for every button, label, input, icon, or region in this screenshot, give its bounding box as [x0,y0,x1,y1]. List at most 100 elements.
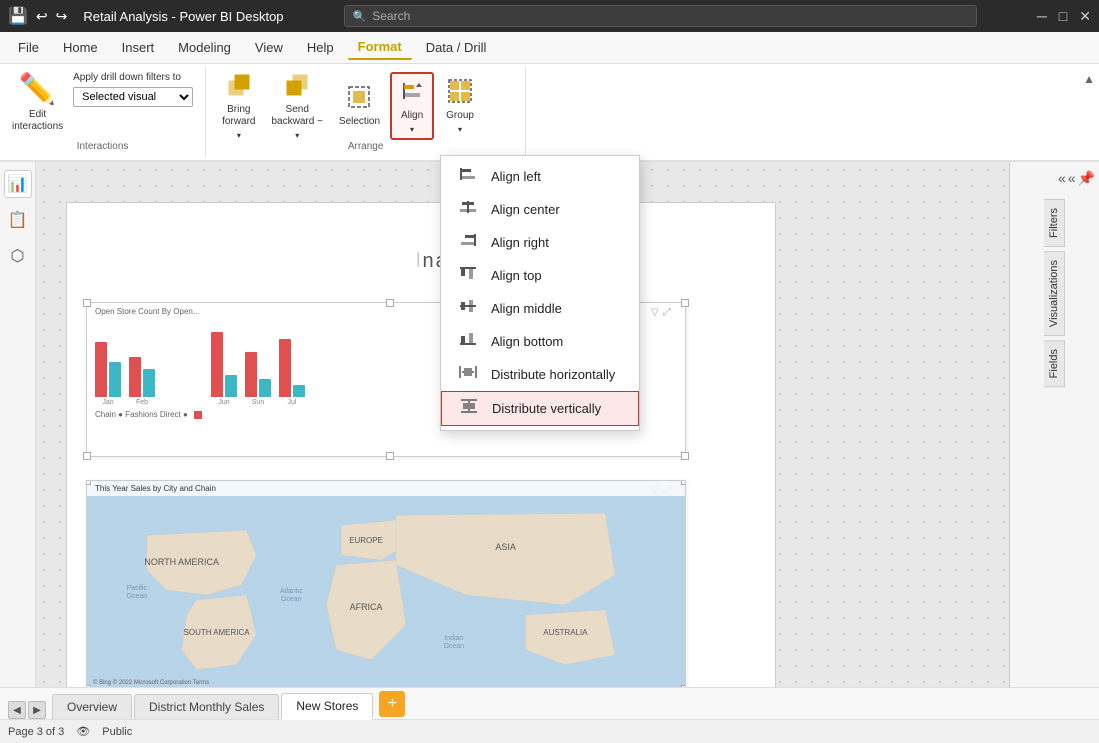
menu-modeling[interactable]: Modeling [168,36,241,59]
panel-pin-icon[interactable]: 📌 [1078,170,1095,187]
panel-collapse-all-icon[interactable]: « [1058,170,1066,187]
interactions-section-label: Interactions [77,141,129,152]
align-caret: ▾ [410,125,414,134]
bring-forward-label: Bringforward [222,104,255,128]
undo-icon[interactable]: ↩ [36,8,48,25]
distribute-horizontally-item[interactable]: Distribute horizontally [441,358,639,391]
menu-format[interactable]: Format [348,35,412,60]
apply-drill-select[interactable]: Selected visual [73,87,193,107]
ribbon-collapse-icon[interactable]: ▲ [1083,72,1095,86]
maximize-button[interactable]: □ [1059,8,1067,25]
ribbon-arrange-section: Bringforward ▾ Sendbackward ~ ▾ [206,68,526,156]
align-top-label: Align top [491,268,542,283]
menu-bar: File Home Insert Modeling View Help Form… [0,32,1099,64]
chart-widget-controls: ▽ ⤢ [651,307,671,318]
distribute-vertically-label: Distribute vertically [492,401,601,416]
svg-text:AFRICA: AFRICA [350,602,383,612]
align-right-icon [457,233,479,252]
add-page-button[interactable]: + [379,691,405,717]
title-bar: 💾 ↩ ↪ Retail Analysis - Power BI Desktop… [0,0,1099,32]
svg-text:SOUTH AMERICA: SOUTH AMERICA [184,628,251,637]
group-label: Group [446,110,474,122]
visibility-icon: 👁 [76,725,90,738]
bring-forward-caret: ▾ [237,131,241,140]
sidebar-table-icon[interactable]: 📋 [4,206,32,234]
group-button[interactable]: Group ▾ [438,72,482,140]
page-next-button[interactable]: ▶ [28,701,46,719]
svg-text:Atlantic: Atlantic [280,588,303,595]
menu-file[interactable]: File [8,36,49,59]
align-button[interactable]: Align ▾ [390,72,434,140]
svg-text:Ocean: Ocean [281,596,302,603]
save-icon[interactable]: 💾 [8,6,28,26]
edit-interactions-button[interactable]: ✏️ Editinteractions [12,72,63,133]
selection-button[interactable]: Selection [333,72,386,140]
group-icon [448,79,472,107]
send-backward-button[interactable]: Sendbackward ~ ▾ [266,72,329,140]
align-label: Align [401,110,423,122]
panel-collapse-icon[interactable]: « [1068,170,1076,187]
fields-panel-tab[interactable]: Fields [1044,340,1065,387]
menu-view[interactable]: View [245,36,293,59]
align-right-item[interactable]: Align right [441,226,639,259]
ribbon-interactions-section: ✏️ Editinteractions Apply drill down fil… [0,68,206,156]
align-top-icon [457,266,479,285]
map-widget[interactable]: This Year Sales by City and Chain NORTH … [86,480,686,687]
sidebar-chart-icon[interactable]: 📊 [4,170,32,198]
align-bottom-item[interactable]: Align bottom [441,325,639,358]
align-top-item[interactable]: Align top [441,259,639,292]
ribbon: ✏️ Editinteractions Apply drill down fil… [0,64,1099,162]
align-middle-label: Align middle [491,301,562,316]
edit-interactions-label: Editinteractions [12,109,63,133]
bring-forward-icon [227,73,251,101]
send-backward-caret: ▾ [295,131,299,140]
tab-overview[interactable]: Overview [52,694,132,719]
apply-drill-section: Apply drill down filters to Selected vis… [73,72,193,107]
selection-label: Selection [339,116,380,128]
send-backward-label: Sendbackward ~ [272,104,323,128]
apply-drill-label: Apply drill down filters to [73,72,193,83]
align-icon [400,79,424,107]
page-prev-button[interactable]: ◀ [8,701,26,719]
align-middle-item[interactable]: Align middle [441,292,639,325]
chart-filter-icon[interactable]: ▽ [651,307,659,318]
distribute-vertically-item[interactable]: Distribute vertically [441,391,639,426]
search-bar[interactable]: 🔍 Search [344,5,977,27]
status-bar: Page 3 of 3 👁 Public [0,719,1099,743]
align-center-item[interactable]: Align center [441,193,639,226]
tab-district-monthly[interactable]: District Monthly Sales [134,694,279,719]
menu-home[interactable]: Home [53,36,108,59]
map-title: This Year Sales by City and Chain [87,481,685,496]
distribute-horizontally-icon [457,365,479,384]
sidebar-model-icon[interactable]: ⬡ [4,242,32,270]
menu-datadrill[interactable]: Data / Drill [416,36,497,59]
bring-forward-button[interactable]: Bringforward ▾ [216,72,261,140]
menu-help[interactable]: Help [297,36,344,59]
menu-insert[interactable]: Insert [112,36,165,59]
chart-expand-icon[interactable]: ⤢ [663,307,671,318]
svg-text:Ocean: Ocean [443,643,464,650]
public-label: Public [102,726,132,738]
align-right-label: Align right [491,235,549,250]
distribute-vertically-icon [458,399,480,418]
right-panel: « « 📌 Filters Visualizations Fields [1009,162,1099,687]
align-bottom-label: Align bottom [491,334,563,349]
align-bottom-icon [457,332,479,351]
tab-new-stores[interactable]: New Stores [281,693,373,720]
search-placeholder: Search [372,9,410,23]
svg-text:Indian: Indian [444,635,463,642]
close-button[interactable]: ✕ [1079,8,1091,25]
group-caret: ▾ [458,125,462,134]
filters-panel-tab[interactable]: Filters [1044,199,1065,247]
minimize-button[interactable]: ─ [1037,8,1047,25]
edit-interactions-icon: ✏️ [19,72,56,107]
map-svg: NORTH AMERICA SOUTH AMERICA EUROPE AFRIC… [87,501,685,687]
distribute-horizontally-label: Distribute horizontally [491,367,615,382]
align-left-label: Align left [491,169,541,184]
align-left-item[interactable]: Align left [441,160,639,193]
svg-text:NORTH AMERICA: NORTH AMERICA [144,557,219,567]
visualizations-panel-tab[interactable]: Visualizations [1044,251,1065,336]
svg-text:EUROPE: EUROPE [349,536,383,545]
redo-icon[interactable]: ↪ [56,8,68,25]
page-info: Page 3 of 3 [8,726,64,738]
